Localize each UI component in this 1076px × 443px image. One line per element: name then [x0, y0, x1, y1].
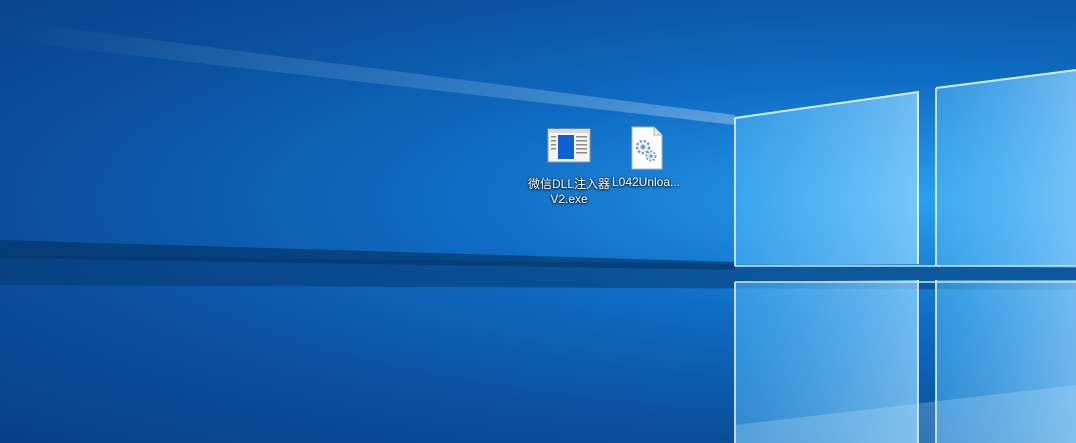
desktop-icon-label: 微信DLL注入器V2.exe	[528, 177, 611, 206]
desktop-icon-l042unload[interactable]: L042Unloa...	[605, 124, 687, 190]
desktop-icon-label: L042Unloa...	[611, 175, 681, 189]
windows-wallpaper	[0, 20, 1076, 443]
desktop-icon-wechat-dll-injector[interactable]: 微信DLL注入器V2.exe	[528, 126, 610, 207]
application-window-icon	[547, 128, 591, 163]
desktop[interactable]: 微信DLL注入器V2.exe L042Unloa...	[0, 0, 1076, 443]
settings-file-icon	[631, 126, 663, 170]
